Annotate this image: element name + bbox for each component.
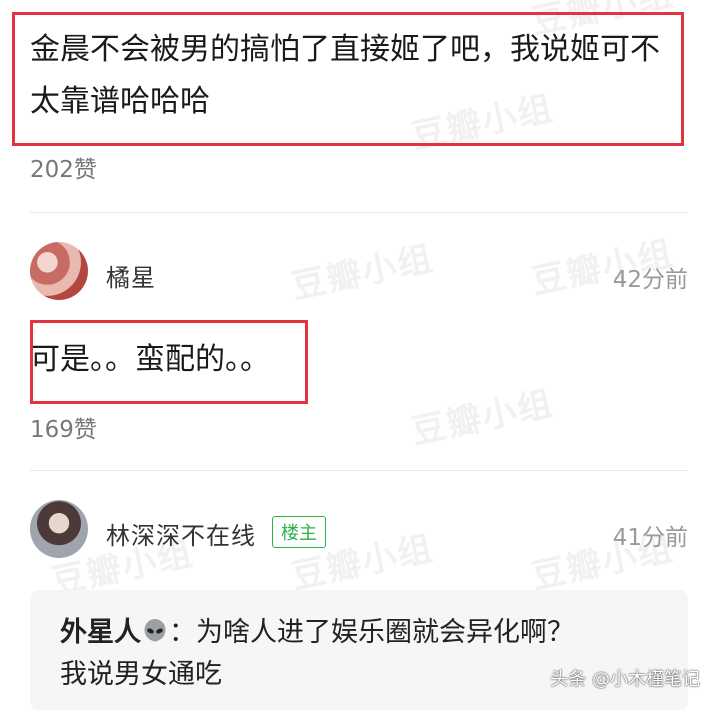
timestamp: 41分前 <box>612 525 688 551</box>
divider <box>30 470 688 471</box>
op-badge: 楼主 <box>272 516 326 548</box>
quote-line: 外星人 ：为啥人进了娱乐圈就会异化啊？ <box>60 610 574 649</box>
timestamp: 42分前 <box>612 267 688 293</box>
alien-icon <box>143 619 167 645</box>
like-count[interactable]: 169赞 <box>30 410 97 444</box>
like-count[interactable]: 202赞 <box>30 150 97 184</box>
avatar[interactable] <box>30 242 88 300</box>
reply-text: 我说男女通吃 <box>60 659 222 690</box>
quote-separator: ： <box>169 617 196 648</box>
watermark: 豆瓣小组 <box>288 238 438 308</box>
divider <box>30 212 688 213</box>
quote-text: 为啥人进了娱乐圈就会异化啊？ <box>196 617 574 648</box>
username[interactable]: 林深深不在线 <box>106 516 256 551</box>
highlight-box <box>12 12 684 146</box>
highlight-box <box>30 320 308 404</box>
watermark: 豆瓣小组 <box>408 383 558 453</box>
quote-block[interactable]: 外星人 ：为啥人进了娱乐圈就会异化啊？ 我说男女通吃 <box>30 590 688 710</box>
username[interactable]: 橘星 <box>106 258 156 293</box>
avatar[interactable] <box>30 500 88 558</box>
quote-author[interactable]: 外星人 <box>60 617 141 648</box>
source-watermark: 头条 @小木槿笔记 <box>550 669 700 690</box>
